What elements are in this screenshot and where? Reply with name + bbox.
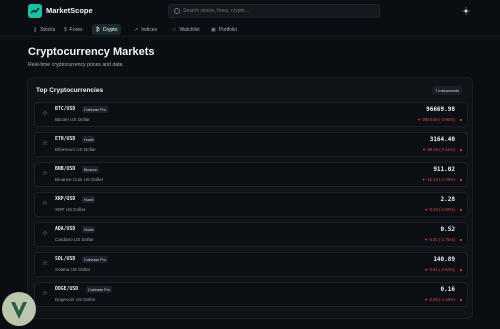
exchange-badge: Binance (82, 166, 99, 173)
instrument-count-badge: 7 instruments (432, 86, 463, 95)
price-change: ▾ -0.00 (-1.16%) (424, 297, 455, 302)
symbol: SOL/USD (55, 257, 76, 262)
star-icon[interactable]: ☆ (42, 230, 48, 238)
tab-watchlist[interactable]: ☆ Watchlist (168, 24, 204, 35)
instrument-name: Ethereum US Dollar (55, 147, 96, 152)
tab-forex[interactable]: $ Forex (60, 24, 87, 35)
star-icon[interactable]: ☆ (42, 170, 48, 178)
price: 96669.98 (426, 106, 455, 113)
price-change: ▾ -0.01 (-2.75%) (424, 237, 455, 242)
symbol: BTC/USD (55, 107, 76, 112)
sun-icon[interactable] (462, 7, 470, 15)
instrument-name: Dogecoin US Dollar (55, 297, 96, 302)
price: 3164.40 (429, 136, 455, 143)
instrument-name: Binance Coin US Dollar (55, 177, 104, 182)
symbol: XRP/USD (55, 197, 76, 202)
card-title: Top Cryptocurrencies (36, 87, 104, 94)
instrument-name: XRP US Dollar (55, 207, 86, 212)
watermark-logo-icon (2, 292, 36, 326)
crypto-row[interactable]: ☆ SOL/USD Coinbase Pro Solana US Dollar … (34, 252, 468, 277)
brand-name[interactable]: MarketScope (46, 6, 93, 15)
tab-indices[interactable]: ↗ Indices (130, 24, 161, 35)
crypto-row[interactable]: ☆ BTC/USD Coinbase Pro Bitcoin US Dollar… (34, 102, 468, 127)
dollar-icon: $ (64, 26, 67, 33)
bitcoin-icon: ₿ (96, 26, 100, 33)
top-bar: MarketScope (0, 0, 500, 22)
price-change: ▾ -69.26 (-2.11%) (422, 147, 455, 152)
exchange-badge: Huobi (82, 226, 96, 233)
symbol: ADA/USD (55, 227, 76, 232)
price: 2.28 (440, 196, 455, 203)
crypto-row[interactable]: ☆ ADA/USD Huobi Cardano US Dollar 0.52 ▾… (34, 222, 468, 247)
change-indicator (460, 269, 462, 271)
page-title: Cryptocurrency Markets (28, 46, 155, 58)
price-change: ▾ -2844.55 (-2.96%) (417, 117, 455, 122)
tab-label: Indices (141, 26, 158, 33)
crypto-row[interactable]: ☆ XRP/USD Huobi XRP US Dollar 2.28 ▾ -0.… (34, 192, 468, 217)
exchange-badge: Huobi (82, 196, 96, 203)
price-change: ▾ -3.81 (-2.63%) (424, 267, 455, 272)
price-change: ▾ -16.23 (-1.76%) (422, 177, 455, 182)
tab-label: Forex (69, 26, 83, 33)
tab-stocks[interactable]: ❙ Stocks (29, 24, 59, 35)
tab-portfolio[interactable]: ▣ Portfolio (207, 24, 241, 35)
main-nav: ❙ Stocks $ Forex ₿ Crypto ↗ Indices ☆ Wa… (0, 22, 500, 37)
price: 911.02 (433, 166, 455, 173)
exchange-badge: Coinbase Pro (82, 256, 108, 263)
price: 140.89 (433, 256, 455, 263)
tab-label: Crypto (102, 26, 118, 33)
tab-label: Watchlist (179, 26, 200, 33)
price-change: ▾ -0.03 (-1.59%) (424, 207, 455, 212)
instrument-name: Solana US Dollar (55, 267, 91, 272)
tab-crypto[interactable]: ₿ Crypto (92, 24, 122, 35)
price: 0.16 (440, 286, 455, 293)
briefcase-icon: ▣ (211, 26, 216, 33)
change-indicator (460, 119, 462, 121)
crypto-row[interactable]: ☆ BNB/USD Binance Binance Coin US Dollar… (34, 162, 468, 187)
trend-icon: ↗ (134, 26, 139, 33)
search-icon (174, 8, 180, 14)
symbol: DOGE/USD (55, 287, 79, 292)
tab-label: Portfolio (218, 26, 238, 33)
crypto-row[interactable]: ☆ DOGE/USD Coinbase Pro Dogecoin US Doll… (34, 282, 468, 307)
crypto-card: Top Cryptocurrencies 7 instruments ☆ BTC… (27, 77, 473, 319)
search-box[interactable] (168, 4, 380, 18)
symbol: BNB/USD (55, 167, 76, 172)
change-indicator (460, 299, 462, 301)
page-subtitle: Real-time cryptocurrency prices and data (28, 62, 123, 68)
change-indicator (460, 239, 462, 241)
price: 0.52 (440, 226, 455, 233)
exchange-badge: Coinbase Pro (82, 106, 108, 113)
star-icon[interactable]: ☆ (42, 290, 48, 298)
instrument-name: Bitcoin US Dollar (55, 117, 90, 122)
bar-chart-icon: ❙ (33, 26, 38, 33)
search-input[interactable] (183, 8, 373, 14)
star-icon[interactable]: ☆ (42, 260, 48, 268)
crypto-row[interactable]: ☆ ETH/USD Huobi Ethereum US Dollar 3164.… (34, 132, 468, 157)
star-icon: ☆ (172, 26, 177, 33)
change-indicator (460, 179, 462, 181)
change-indicator (460, 149, 462, 151)
star-icon[interactable]: ☆ (42, 140, 48, 148)
exchange-badge: Coinbase Pro (86, 286, 112, 293)
star-icon[interactable]: ☆ (42, 110, 48, 118)
exchange-badge: Huobi (82, 136, 96, 143)
instrument-name: Cardano US Dollar (55, 237, 94, 242)
tab-label: Stocks (40, 26, 56, 33)
change-indicator (460, 209, 462, 211)
logo-icon[interactable] (28, 4, 42, 18)
symbol: ETH/USD (55, 137, 76, 142)
star-icon[interactable]: ☆ (42, 200, 48, 208)
